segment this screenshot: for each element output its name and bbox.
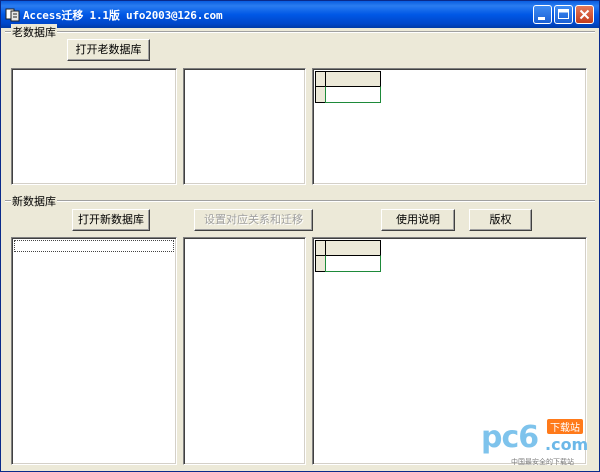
new-tables-list[interactable] xyxy=(11,237,177,465)
usage-help-button[interactable]: 使用说明 xyxy=(381,209,455,231)
watermark-slogan: 中国最安全的下载站 xyxy=(511,458,574,466)
close-icon xyxy=(579,9,590,20)
minimize-icon xyxy=(538,17,545,20)
close-button[interactable] xyxy=(575,5,594,24)
maximize-button[interactable] xyxy=(554,5,573,24)
watermark-logo: pc6 xyxy=(481,420,539,455)
old-db-group-label: 老数据库 xyxy=(11,24,57,40)
watermark-tag: 下载站 xyxy=(547,419,583,434)
pc6-watermark: pc6 .com 下载站 中国最安全的下载站 xyxy=(481,419,596,471)
old-fields-list[interactable] xyxy=(183,68,306,185)
window-title: Access迁移 1.1版 ufo2003@126.com xyxy=(23,9,223,22)
minimize-button[interactable] xyxy=(533,5,552,24)
old-tables-list[interactable] xyxy=(11,68,177,185)
open-old-db-button[interactable]: 打开老数据库 xyxy=(67,39,150,61)
watermark-domain: .com xyxy=(545,435,589,454)
new-fields-list[interactable] xyxy=(183,237,306,465)
maximize-icon xyxy=(558,9,569,19)
copyright-button[interactable]: 版权 xyxy=(469,209,532,231)
old-data-grid[interactable] xyxy=(312,68,587,185)
app-icon[interactable] xyxy=(5,7,21,22)
new-db-group-label: 新数据库 xyxy=(11,193,57,209)
set-mapping-migrate-button[interactable]: 设置对应关系和迁移 xyxy=(194,209,313,231)
new-grid-cells[interactable] xyxy=(315,240,385,274)
app-window: Access迁移 1.1版 ufo2003@126.com 老数据库 打开老数据… xyxy=(0,0,600,472)
old-grid-cells[interactable] xyxy=(315,71,385,105)
list-focus-item[interactable] xyxy=(14,240,174,252)
open-new-db-button[interactable]: 打开新数据库 xyxy=(72,209,150,231)
title-bar[interactable]: Access迁移 1.1版 ufo2003@126.com xyxy=(1,1,599,28)
